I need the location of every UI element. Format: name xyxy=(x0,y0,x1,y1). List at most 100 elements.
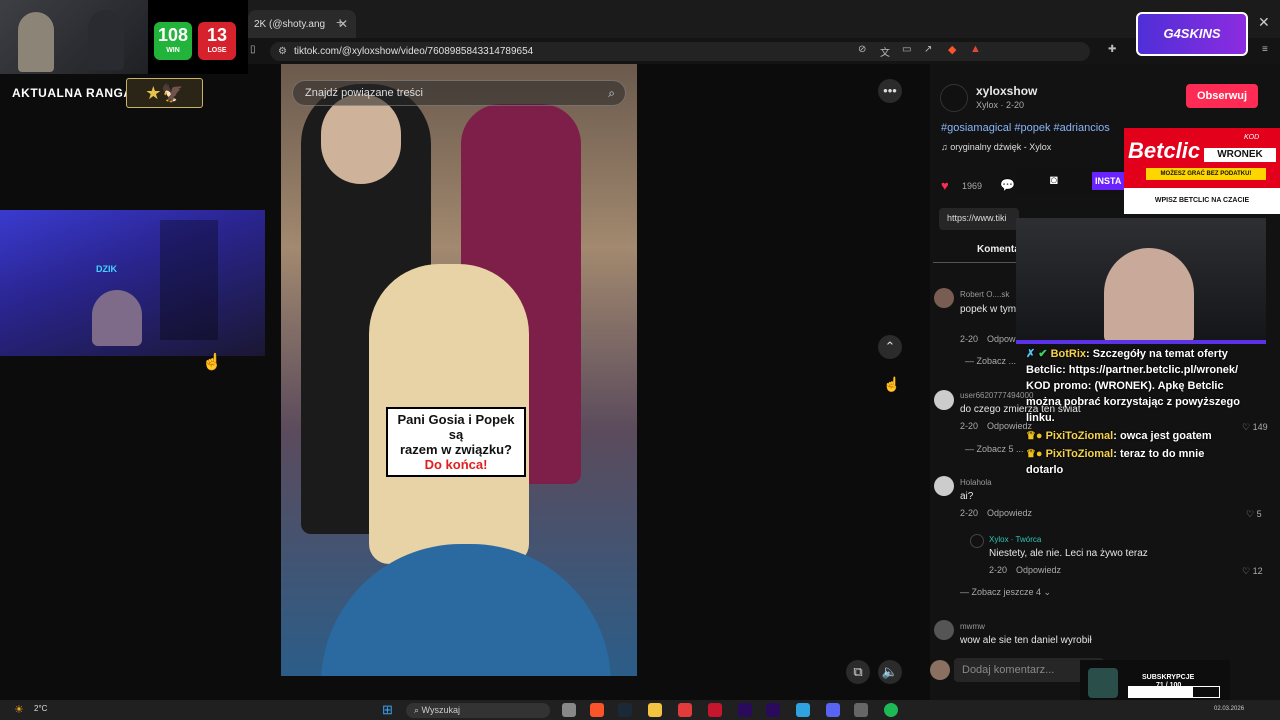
losses-label: LOSE xyxy=(207,47,227,54)
view-more-replies[interactable]: — Zobacz jeszcze 4 ⌄ xyxy=(960,587,1051,598)
betclic-kod: KOD xyxy=(1244,134,1260,141)
window-close-icon[interactable]: ✕ xyxy=(1258,14,1270,31)
windows-start-icon[interactable]: ⊞ xyxy=(382,702,393,718)
reply-button[interactable]: Odpowiedz xyxy=(1016,565,1061,575)
task-view-icon[interactable] xyxy=(562,703,576,717)
follow-button[interactable]: Obserwuj xyxy=(1186,84,1258,108)
comment-avatar[interactable] xyxy=(934,390,954,410)
search-icon[interactable]: ⌕ xyxy=(608,86,615,101)
heart-icon[interactable]: ♥ xyxy=(941,178,949,193)
video-player[interactable]: Znajdź powiązane treści ⌕ Pani Gosia i P… xyxy=(281,64,637,676)
comment-author[interactable]: Holahola xyxy=(960,478,992,487)
url-field[interactable]: ⚙ tiktok.com/@xyloxshow/video/7608985843… xyxy=(270,42,1090,61)
subs-value: 71 xyxy=(1156,682,1164,689)
comment-date: 2-20 xyxy=(960,508,979,518)
weather-icon[interactable]: ☀ xyxy=(14,703,24,716)
instagram-icon: ◙ xyxy=(1050,172,1058,187)
author-username[interactable]: xyloxshow xyxy=(976,84,1037,98)
app-icon[interactable] xyxy=(708,703,722,717)
app-icon[interactable] xyxy=(678,703,692,717)
view-more-replies-label: Zobacz jeszcze 4 xyxy=(971,587,1042,597)
sound-row[interactable]: ♫ oryginalny dźwięk - Xylox xyxy=(941,142,1051,152)
author-avatar[interactable] xyxy=(940,84,968,112)
badge-icon: ● xyxy=(1035,448,1043,460)
instagram-overlay: ◙ INSTA xyxy=(1016,168,1124,194)
wins-badge: 108 WIN xyxy=(154,22,192,60)
blue-ball xyxy=(321,544,611,676)
stream-chat: ✗ ✔ BotRix: Szczegóły na temat oferty Be… xyxy=(1016,344,1266,484)
url-text: tiktok.com/@xyloxshow/video/760898584331… xyxy=(294,46,534,57)
subs-count: 71 / 100 xyxy=(1156,682,1181,689)
cursor-hand-icon: ☝ xyxy=(883,376,901,392)
streamer-figure xyxy=(1104,248,1194,344)
creator-avatar[interactable] xyxy=(970,534,984,548)
brave-shield-icon[interactable]: ◆ xyxy=(948,43,956,56)
related-search-input[interactable]: Znajdź powiązane treści ⌕ xyxy=(292,80,626,106)
comment-text: ai? xyxy=(960,491,974,502)
subs-goal: SUBSKRYPCJE 71 / 100 xyxy=(1080,660,1230,704)
translate-icon[interactable]: 文 xyxy=(880,44,890,59)
badge-icon: ● xyxy=(1035,430,1043,442)
creator-author[interactable]: Xylox · Twórca xyxy=(989,535,1041,544)
new-tab-icon[interactable]: + xyxy=(336,14,344,30)
betclic-code: WRONEK xyxy=(1204,148,1276,162)
chat-user: BotRix xyxy=(1050,348,1087,360)
comment-like[interactable]: ♡ 12 xyxy=(1242,566,1263,577)
photos-icon[interactable] xyxy=(796,703,810,717)
brave-rewards-icon[interactable]: ▲ xyxy=(970,43,981,55)
bookmark-icon[interactable]: ▯ xyxy=(250,44,256,55)
chat-message: ♛● PixiToZiomal: teraz to do mnie dotarl… xyxy=(1026,448,1205,476)
comment-date: 2-20 xyxy=(960,334,979,344)
taskbar-search[interactable]: ⌕ Wyszukaj xyxy=(406,703,550,718)
comment-like[interactable]: ♡ 5 xyxy=(1246,509,1262,520)
score-box: 108 WIN 13 LOSE xyxy=(148,0,248,74)
extensions-icon[interactable]: ✚ xyxy=(1108,44,1116,55)
spotify-icon[interactable] xyxy=(884,703,898,717)
no-tracking-icon[interactable]: ⊘ xyxy=(858,44,866,55)
rank-badge-icon: ★🦅 xyxy=(126,78,203,108)
comment-icon[interactable]: 💬 xyxy=(1000,178,1015,192)
taskbar: ☀ 2°C ⊞ ⌕ Wyszukaj 02.03.2026 xyxy=(0,700,1280,720)
pip-icon[interactable]: ⧉ xyxy=(846,660,870,684)
comment-avatar[interactable] xyxy=(934,620,954,640)
my-avatar xyxy=(930,660,950,680)
steam-icon[interactable] xyxy=(618,703,632,717)
view-replies[interactable]: — Zobacz ... xyxy=(965,356,1016,366)
reply-button[interactable]: Odpowiedz xyxy=(987,508,1032,518)
likes-count: 1969 xyxy=(962,181,983,191)
volume-icon[interactable]: 🔈 xyxy=(878,660,902,684)
prev-video-icon[interactable]: ⌃ xyxy=(878,335,902,359)
share-icon[interactable]: ↗ xyxy=(924,44,932,55)
comment-avatar[interactable] xyxy=(934,288,954,308)
person-left xyxy=(18,12,54,72)
view-replies[interactable]: — Zobacz 5 ... xyxy=(965,444,1024,454)
settings-icon[interactable] xyxy=(854,703,868,717)
crown-icon: ♛ xyxy=(1026,430,1036,442)
g4skins-text: G4SKINS xyxy=(1163,26,1221,41)
comment-avatar[interactable] xyxy=(934,476,954,496)
wins-label: WIN xyxy=(166,47,180,54)
after-effects-icon[interactable] xyxy=(766,703,780,717)
losses-value: 13 xyxy=(206,25,228,45)
comment-author[interactable]: mwmw xyxy=(960,622,985,631)
menu-icon[interactable]: ≡ xyxy=(1262,44,1268,55)
premiere-icon[interactable] xyxy=(738,703,752,717)
comment-author[interactable]: Robert O....sk xyxy=(960,290,1009,299)
verified-icon: ✔ xyxy=(1038,348,1048,360)
explorer-icon[interactable] xyxy=(648,703,662,717)
chat-text: owca jest goatem xyxy=(1119,430,1212,442)
reader-icon[interactable]: ▭ xyxy=(902,44,911,55)
related-search-placeholder: Znajdź powiązane treści xyxy=(305,87,424,99)
instagram-label: INSTA xyxy=(1092,172,1124,190)
hashtags[interactable]: #gosiamagical #popek #adriancios xyxy=(941,122,1110,134)
wolf-icon xyxy=(1088,668,1118,698)
sword-icon: ✗ xyxy=(1026,348,1036,360)
video-link-field[interactable]: https://www.tiki xyxy=(939,208,1019,230)
betclic-logo: Betclic xyxy=(1128,138,1201,163)
person-cam xyxy=(92,290,142,346)
discord-icon[interactable] xyxy=(826,703,840,717)
more-options-icon[interactable]: ••• xyxy=(878,79,902,103)
caption-line-2: razem w związku? xyxy=(400,442,512,457)
brave-icon[interactable] xyxy=(590,703,604,717)
site-settings-icon[interactable]: ⚙ xyxy=(278,46,287,57)
